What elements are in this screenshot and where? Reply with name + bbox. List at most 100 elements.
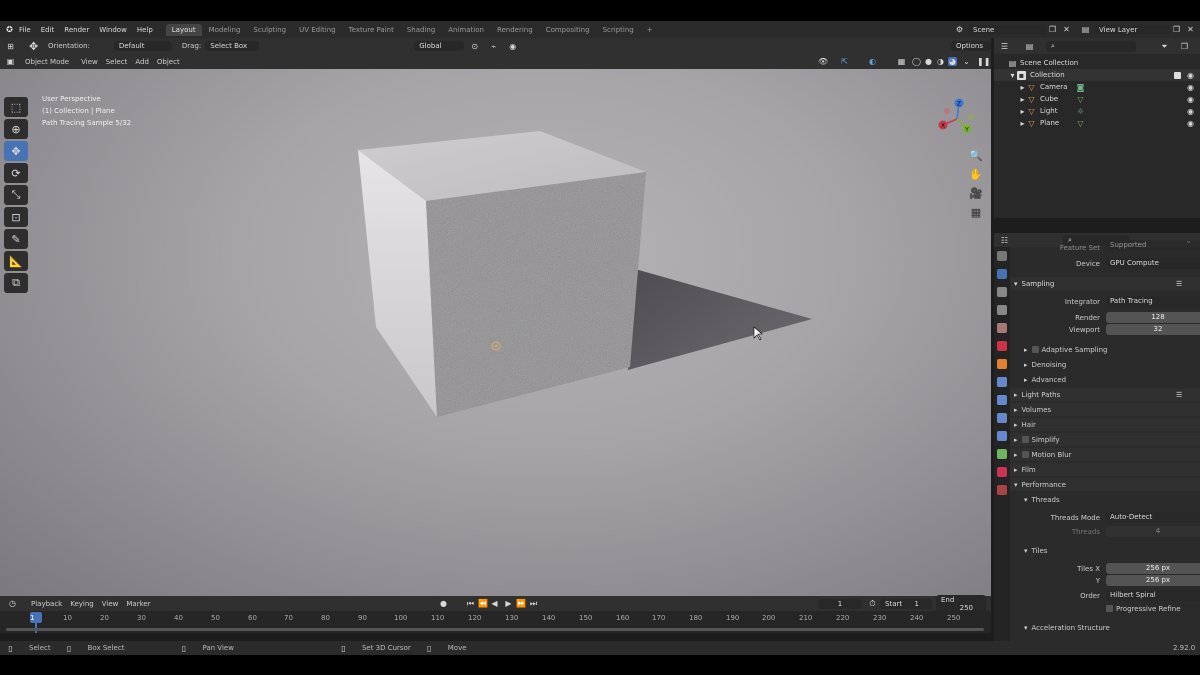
tab-compositing[interactable]: Compositing — [540, 24, 596, 36]
current-frame-field[interactable]: 1 — [818, 598, 862, 609]
pause-render-icon[interactable]: ❚❚ — [977, 57, 990, 66]
acceleration-structure-subpanel[interactable]: ▾ Acceleration Structure — [1010, 621, 1200, 634]
film-panel[interactable]: ▸ Film — [1010, 463, 1200, 476]
next-keyframe-icon[interactable]: ⏩ — [516, 599, 526, 608]
play-icon[interactable]: ▶ — [504, 599, 513, 608]
menu-view-timeline[interactable]: View — [102, 600, 119, 608]
new-view-layer-icon[interactable]: ❐ — [1172, 25, 1181, 34]
eye-icon[interactable]: ◉ — [1186, 95, 1195, 104]
start-frame-field[interactable]: Start 1 — [880, 598, 932, 609]
expand-icon[interactable]: ▸ — [1018, 83, 1027, 92]
outliner-search[interactable]: ⌕ — [1046, 40, 1136, 52]
eye-icon[interactable]: ◉ — [1186, 119, 1195, 128]
scene-icon[interactable]: ⚙ — [955, 25, 964, 34]
3d-viewport[interactable]: User Perspective (1) Collection | Plane … — [0, 69, 991, 596]
menu-marker[interactable]: Marker — [126, 600, 150, 608]
jump-start-icon[interactable]: ⏮ — [466, 599, 475, 608]
prev-keyframe-icon[interactable]: ⏪ — [478, 599, 488, 608]
physics-tab-icon[interactable] — [997, 413, 1007, 423]
threads-subpanel[interactable]: ▾ Threads — [1010, 493, 1200, 506]
menu-help[interactable]: Help — [137, 26, 153, 34]
new-collection-icon[interactable]: ❐ — [1180, 42, 1189, 51]
transform-orientation-dropdown[interactable]: Global — [414, 41, 465, 51]
editor-type-icon[interactable]: ⊞ — [6, 42, 15, 51]
object-mode-icon[interactable]: ▣ — [6, 57, 15, 66]
sampling-presets-icon[interactable]: ☰ — [1176, 280, 1182, 288]
outliner-editor-icon[interactable]: ☰ — [1000, 42, 1009, 51]
motion-blur-checkbox[interactable] — [1021, 451, 1029, 458]
advanced-panel[interactable]: ▸ Advanced — [1010, 373, 1200, 386]
render-tab-icon[interactable] — [997, 269, 1007, 279]
device-dropdown[interactable]: GPU Compute — [1106, 258, 1200, 269]
overlay-toggle-icon[interactable]: ◐ — [868, 57, 877, 66]
tab-texture-paint[interactable]: Texture Paint — [343, 24, 400, 36]
menu-playback[interactable]: Playback — [31, 600, 62, 608]
outliner-collection[interactable]: ▾ ▪ Collection ◉ — [994, 69, 1200, 81]
mode-dropdown[interactable]: Object Mode — [25, 58, 69, 66]
object-tab-icon[interactable] — [997, 359, 1007, 369]
collection-checkbox[interactable] — [1174, 71, 1181, 79]
outliner-item-light[interactable]: ▸ ▽ Light ☼ ◉ — [994, 105, 1200, 117]
light-paths-panel[interactable]: ▸ Light Paths ☰ — [1010, 388, 1200, 401]
tab-uv-editing[interactable]: UV Editing — [293, 24, 342, 36]
threads-mode-dropdown[interactable]: Auto-Detect — [1106, 512, 1200, 523]
filter-icon[interactable]: ⏷ — [1160, 42, 1169, 51]
adaptive-sampling-panel[interactable]: ▸ Adaptive Sampling — [1010, 343, 1200, 356]
remove-view-layer-icon[interactable]: ✕ — [1186, 25, 1195, 34]
hair-panel[interactable]: ▸ Hair — [1010, 418, 1200, 431]
menu-add[interactable]: Add — [135, 58, 149, 66]
pan-hand-icon[interactable]: ✋ — [969, 168, 983, 182]
adaptive-sampling-checkbox[interactable] — [1031, 346, 1039, 353]
menu-keying[interactable]: Keying — [70, 600, 94, 608]
tab-rendering[interactable]: Rendering — [491, 24, 539, 36]
tool-tab-icon[interactable] — [997, 251, 1007, 261]
world-tab-icon[interactable] — [997, 341, 1007, 351]
modifier-tab-icon[interactable] — [997, 377, 1007, 387]
integrator-dropdown[interactable]: Path Tracing — [1106, 296, 1200, 307]
outliner-item-camera[interactable]: ▸ ▽ Camera ◙ ◉ — [994, 81, 1200, 93]
annotate-tool-button[interactable]: ✎ — [4, 229, 28, 249]
view-layer-tab-icon[interactable] — [997, 305, 1007, 315]
move-tool-button[interactable]: ✥ — [4, 141, 28, 161]
volumes-panel[interactable]: ▸ Volumes — [1010, 403, 1200, 416]
tab-scripting[interactable]: Scripting — [597, 24, 640, 36]
scene-field[interactable]: Scene — [968, 24, 1046, 35]
menu-render[interactable]: Render — [64, 26, 89, 34]
jump-end-icon[interactable]: ⏭ — [529, 599, 538, 608]
xray-icon[interactable]: ▦ — [897, 57, 906, 66]
menu-select[interactable]: Select — [106, 58, 128, 66]
menu-view[interactable]: View — [81, 58, 98, 66]
scale-tool-button[interactable]: ⤡ — [4, 185, 28, 205]
simplify-panel[interactable]: ▸ Simplify — [1010, 433, 1200, 446]
proportional-edit-icon[interactable]: ◉ — [508, 42, 517, 51]
shading-solid-icon[interactable]: ● — [924, 57, 933, 66]
texture-tab-icon[interactable] — [997, 485, 1007, 495]
pivot-icon[interactable]: ⊙ — [470, 42, 479, 51]
eye-icon[interactable]: ◉ — [1186, 107, 1195, 116]
menu-edit[interactable]: Edit — [41, 26, 55, 34]
feature-set-dropdown[interactable]: Supported — [1106, 240, 1200, 251]
properties-editor-icon[interactable]: ☷ — [1000, 236, 1009, 245]
move-tool-icon[interactable]: ✥ — [29, 41, 38, 52]
scene-tab-icon[interactable] — [997, 323, 1007, 333]
light-paths-presets-icon[interactable]: ☰ — [1176, 391, 1182, 399]
tab-sculpting[interactable]: Sculpting — [247, 24, 292, 36]
measure-tool-button[interactable]: 📐 — [4, 251, 28, 271]
ortho-grid-icon[interactable]: ▦ — [969, 206, 983, 220]
viewport-samples-field[interactable]: 32 — [1106, 324, 1200, 335]
timeline-editor-icon[interactable]: ◷ — [8, 599, 17, 608]
shading-rendered-icon[interactable]: ◕ — [948, 57, 957, 66]
expand-icon[interactable]: ▸ — [1018, 119, 1027, 128]
sampling-panel-header[interactable]: ▾ Sampling ☰ — [1010, 277, 1200, 290]
render-samples-field[interactable]: 128 — [1106, 312, 1200, 323]
tab-shading[interactable]: Shading — [401, 24, 441, 36]
tiles-y-field[interactable]: 256 px — [1106, 575, 1200, 586]
tab-modeling[interactable]: Modeling — [203, 24, 247, 36]
menu-file[interactable]: File — [19, 26, 31, 34]
select-tool-button[interactable]: ⬚ — [4, 97, 28, 117]
snap-icon[interactable]: ⌁ — [489, 42, 498, 51]
shading-wireframe-icon[interactable]: ◯ — [912, 57, 921, 66]
simplify-checkbox[interactable] — [1021, 436, 1029, 443]
add-cube-tool-button[interactable]: ⧉ — [4, 273, 28, 293]
navigation-gizmo[interactable]: Z X Y — [935, 97, 979, 141]
